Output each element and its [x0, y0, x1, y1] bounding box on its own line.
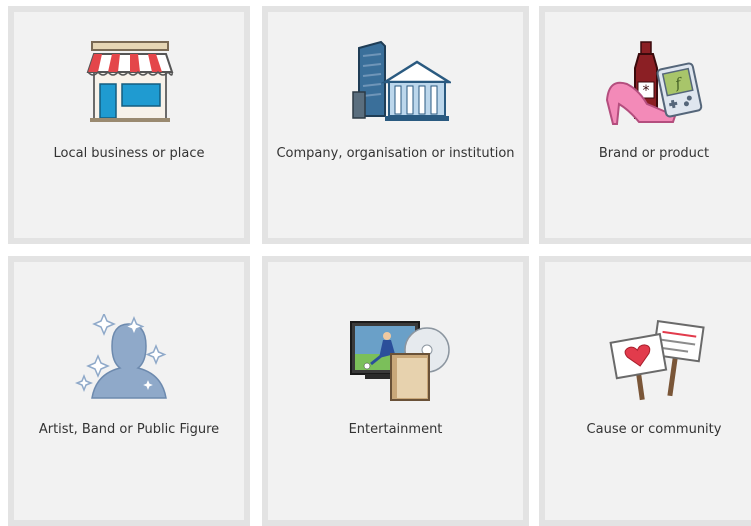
category-tile-local-business[interactable]: Local business or place [8, 6, 250, 244]
person-silhouette-icon [74, 314, 184, 404]
category-tile-entertainment[interactable]: Entertainment [262, 256, 529, 526]
category-label: Artist, Band or Public Figure [38, 422, 220, 437]
storefront-icon [74, 38, 184, 128]
protest-signs-icon [599, 314, 709, 404]
category-label: Cause or community [586, 422, 722, 437]
products-icon: * f [599, 38, 709, 128]
category-label: Company, organisation or institution [276, 146, 515, 161]
category-tile-company[interactable]: Company, organisation or institution [262, 6, 529, 244]
svg-text:*: * [643, 83, 650, 99]
category-tile-brand[interactable]: * f Brand or product [539, 6, 751, 244]
category-tile-artist[interactable]: Artist, Band or Public Figure [8, 256, 250, 526]
buildings-icon [341, 38, 451, 128]
category-label: Entertainment [348, 422, 443, 437]
media-icon [341, 314, 451, 404]
category-tile-cause[interactable]: Cause or community [539, 256, 751, 526]
category-label: Local business or place [53, 146, 205, 161]
category-label: Brand or product [598, 146, 710, 161]
